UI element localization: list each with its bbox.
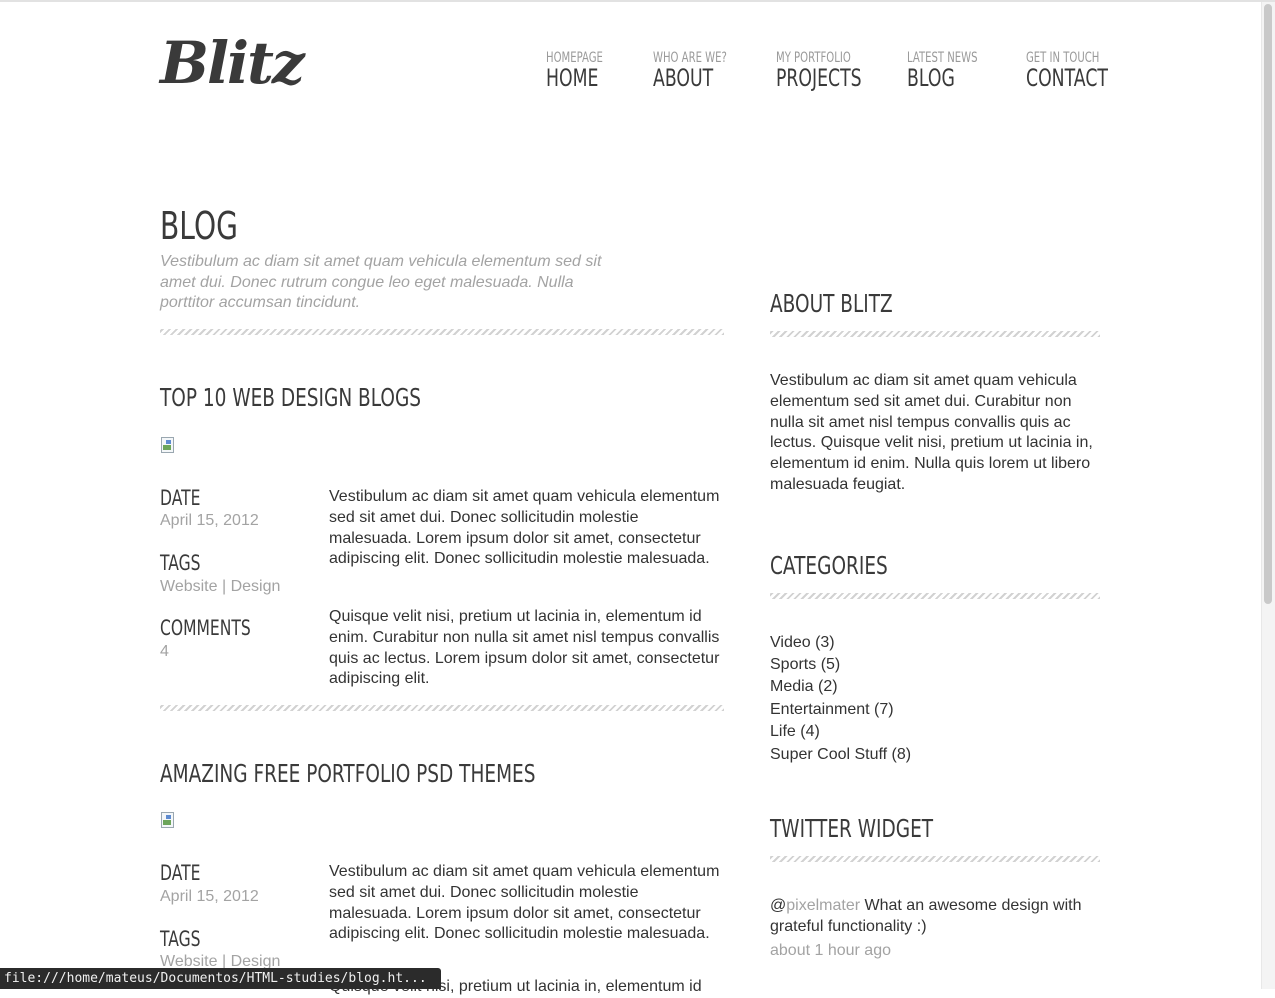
browser-status-bar: file:///home/mateus/Documentos/HTML-stud… <box>0 968 441 989</box>
window-top-border <box>0 0 1275 2</box>
divider <box>770 331 1100 337</box>
broken-image-icon <box>160 812 176 828</box>
post-title[interactable]: TOP 10 WEB DESIGN BLOGS <box>160 383 421 412</box>
post-paragraph: Vestibulum ac diam sit amet quam vehicul… <box>329 488 720 568</box>
divider <box>770 593 1100 599</box>
site-logo[interactable]: Blitz <box>160 28 305 98</box>
comments-label: COMMENTS <box>160 616 251 640</box>
post-paragraph: Vestibulum ac diam sit amet quam vehicul… <box>329 863 720 943</box>
post-tags: Website | Design <box>160 578 280 596</box>
broken-image-icon <box>160 437 176 453</box>
post-paragraph: Quisque velit nisi, pretium ut lacinia i… <box>329 608 720 688</box>
comments-count[interactable]: 4 <box>160 643 169 661</box>
scrollbar-thumb[interactable] <box>1264 4 1272 604</box>
divider <box>160 705 724 711</box>
page-intro: Vestibulum ac diam sit amet quam vehicul… <box>160 253 602 311</box>
tags-label: TAGS <box>160 551 201 575</box>
nav-home-label: HOME <box>546 64 599 92</box>
category-link-media[interactable]: Media (2) <box>770 678 838 696</box>
category-link-video[interactable]: Video (3) <box>770 634 835 652</box>
sidebar-about-title: ABOUT BLITZ <box>770 289 893 318</box>
tweet-at: @ <box>770 897 787 914</box>
nav-blog-label: BLOG <box>907 64 955 92</box>
category-link-super-cool-stuff[interactable]: Super Cool Stuff (8) <box>770 746 911 764</box>
divider <box>160 329 724 335</box>
tag-link[interactable]: Website <box>160 578 218 595</box>
page-title: BLOG <box>160 204 238 248</box>
nav-about-label: ABOUT <box>653 64 714 92</box>
post-date: April 15, 2012 <box>160 512 259 529</box>
tweet-handle-link[interactable]: pixelmater <box>786 897 860 914</box>
divider <box>770 856 1100 862</box>
sidebar-about-text: Vestibulum ac diam sit amet quam vehicul… <box>770 372 1093 493</box>
tag-link[interactable]: Design <box>231 578 281 595</box>
nav-projects-label: PROJECTS <box>776 64 862 92</box>
category-link-sports[interactable]: Sports (5) <box>770 656 840 674</box>
date-label: DATE <box>160 861 201 885</box>
sidebar-twitter-title: TWITTER WIDGET <box>770 814 934 843</box>
post-title[interactable]: AMAZING FREE PORTFOLIO PSD THEMES <box>160 759 535 788</box>
sidebar-categories-title: CATEGORIES <box>770 551 888 580</box>
category-link-life[interactable]: Life (4) <box>770 723 820 741</box>
tags-label: TAGS <box>160 927 201 951</box>
category-link-entertainment[interactable]: Entertainment (7) <box>770 701 894 719</box>
post-date: April 15, 2012 <box>160 888 259 905</box>
tweet-timestamp: about 1 hour ago <box>770 942 891 959</box>
date-label: DATE <box>160 486 201 510</box>
tweet: @pixelmater What an awesome design with … <box>770 895 1100 937</box>
tag-separator: | <box>217 578 231 595</box>
nav-contact-label: CONTACT <box>1026 64 1108 92</box>
